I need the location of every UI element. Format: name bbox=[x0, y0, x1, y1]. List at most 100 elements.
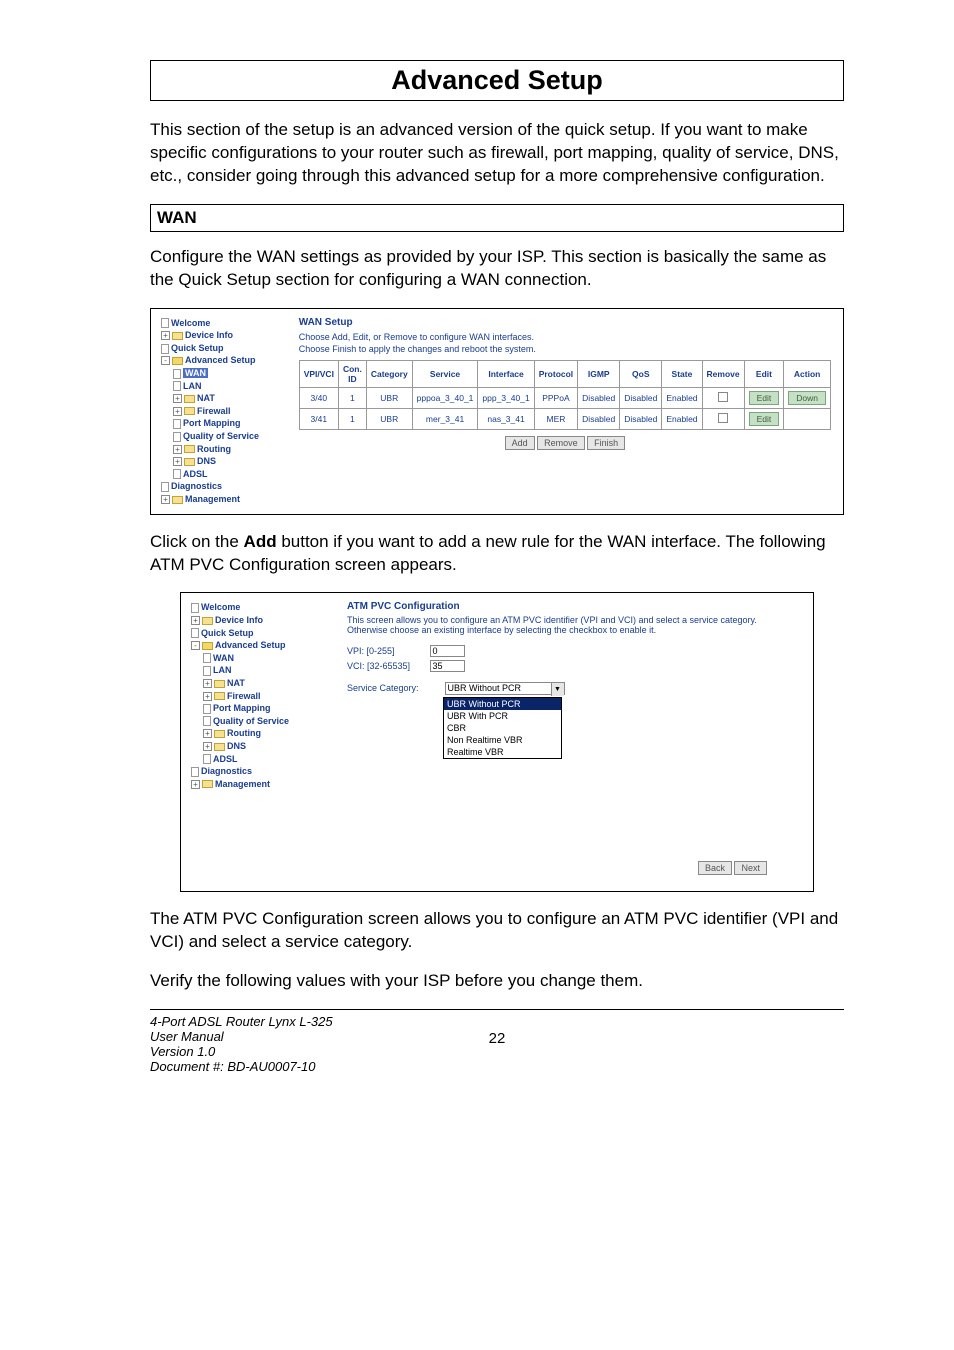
back-button[interactable]: Back bbox=[698, 861, 732, 875]
folder-icon bbox=[184, 445, 195, 453]
cell-svc: mer_3_41 bbox=[412, 408, 478, 429]
edit-button[interactable]: Edit bbox=[749, 391, 780, 405]
cell-qos: Disabled bbox=[620, 387, 662, 408]
tree-welcome[interactable]: Welcome bbox=[201, 602, 240, 612]
tree-advanced-setup[interactable]: Advanced Setup bbox=[215, 640, 286, 650]
tree-adsl[interactable]: ADSL bbox=[213, 754, 238, 764]
tree-dns[interactable]: DNS bbox=[197, 456, 216, 466]
expand-icon[interactable]: + bbox=[203, 742, 212, 751]
tree-firewall[interactable]: Firewall bbox=[197, 406, 231, 416]
page-icon bbox=[161, 482, 169, 492]
collapse-icon[interactable]: - bbox=[191, 641, 200, 650]
cell-igmp: Disabled bbox=[578, 408, 620, 429]
cell-proto: MER bbox=[534, 408, 577, 429]
svc-cat-select[interactable]: UBR Without PCR ▼ bbox=[445, 682, 565, 695]
edit-button[interactable]: Edit bbox=[749, 412, 780, 426]
page-title-box: Advanced Setup bbox=[150, 60, 844, 101]
expand-icon[interactable]: + bbox=[173, 457, 182, 466]
cell-proto: PPPoA bbox=[534, 387, 577, 408]
folder-icon bbox=[214, 743, 225, 751]
expand-icon[interactable]: + bbox=[191, 616, 200, 625]
tree-lan[interactable]: LAN bbox=[183, 381, 202, 391]
page-icon bbox=[203, 716, 211, 726]
tree-device-info[interactable]: Device Info bbox=[215, 615, 263, 625]
svc-cat-dropdown[interactable]: UBR Without PCR UBR With PCR CBR Non Rea… bbox=[443, 697, 562, 759]
cell-state: Enabled bbox=[662, 408, 702, 429]
nav-tree: Welcome + Device Info Quick Setup - Advanc… bbox=[157, 315, 293, 508]
expand-icon[interactable]: + bbox=[203, 692, 212, 701]
wan-setup-panel: WAN Setup Choose Add, Edit, or Remove to… bbox=[293, 315, 837, 508]
mid-para-bold: Add bbox=[244, 532, 277, 551]
tree-qos[interactable]: Quality of Service bbox=[183, 431, 259, 441]
tree-quick-setup[interactable]: Quick Setup bbox=[171, 343, 224, 353]
svc-cat-label: Service Category: bbox=[347, 683, 442, 693]
folder-icon bbox=[214, 680, 225, 688]
tree-wan[interactable]: WAN bbox=[213, 653, 234, 663]
tree-management[interactable]: Management bbox=[215, 779, 270, 789]
chevron-down-icon[interactable]: ▼ bbox=[551, 683, 564, 696]
tree-diagnostics[interactable]: Diagnostics bbox=[201, 766, 252, 776]
expand-icon[interactable]: + bbox=[161, 495, 170, 504]
remove-checkbox[interactable] bbox=[718, 413, 728, 423]
tree-management[interactable]: Management bbox=[185, 494, 240, 504]
tree-nat[interactable]: NAT bbox=[197, 393, 215, 403]
table-row: 3/40 1 UBR pppoa_3_40_1 ppp_3_40_1 PPPoA… bbox=[299, 387, 830, 408]
tree-firewall[interactable]: Firewall bbox=[227, 691, 261, 701]
footer-line4: Document #: BD-AU0007-10 bbox=[150, 1059, 381, 1074]
page-icon bbox=[173, 419, 181, 429]
expand-icon[interactable]: + bbox=[191, 780, 200, 789]
finish-button[interactable]: Finish bbox=[587, 436, 625, 450]
dropdown-option[interactable]: CBR bbox=[444, 722, 561, 734]
th-edit: Edit bbox=[744, 360, 784, 387]
tree-advanced-setup[interactable]: Advanced Setup bbox=[185, 355, 256, 365]
tree-port-mapping[interactable]: Port Mapping bbox=[183, 418, 241, 428]
table-header-row: VPI/VCI Con. ID Category Service Interfa… bbox=[299, 360, 830, 387]
wan-setup-screenshot: Welcome + Device Info Quick Setup - Advanc… bbox=[150, 308, 844, 515]
expand-icon[interactable]: + bbox=[173, 445, 182, 454]
expand-icon[interactable]: + bbox=[173, 394, 182, 403]
tree-routing[interactable]: Routing bbox=[227, 728, 261, 738]
folder-icon bbox=[184, 395, 195, 403]
tree-adsl[interactable]: ADSL bbox=[183, 469, 208, 479]
expand-icon[interactable]: + bbox=[203, 729, 212, 738]
page-icon bbox=[173, 369, 181, 379]
tree-nat[interactable]: NAT bbox=[227, 678, 245, 688]
post-para-2: Verify the following values with your IS… bbox=[150, 970, 844, 993]
dropdown-option[interactable]: UBR Without PCR bbox=[444, 698, 561, 710]
vpi-input[interactable]: 0 bbox=[430, 645, 465, 657]
page-icon bbox=[191, 603, 199, 613]
wan-table: VPI/VCI Con. ID Category Service Interfa… bbox=[299, 360, 831, 430]
remove-button[interactable]: Remove bbox=[537, 436, 585, 450]
tree-port-mapping[interactable]: Port Mapping bbox=[213, 703, 271, 713]
tree-welcome[interactable]: Welcome bbox=[171, 318, 210, 328]
th-svc: Service bbox=[412, 360, 478, 387]
dropdown-option[interactable]: Non Realtime VBR bbox=[444, 734, 561, 746]
down-button[interactable]: Down bbox=[788, 391, 826, 405]
th-qos: QoS bbox=[620, 360, 662, 387]
cell-vpi: 3/40 bbox=[299, 387, 338, 408]
cell-if: nas_3_41 bbox=[478, 408, 534, 429]
page-number: 22 bbox=[381, 1014, 612, 1074]
tree-routing[interactable]: Routing bbox=[197, 444, 231, 454]
th-remove: Remove bbox=[702, 360, 744, 387]
dropdown-option[interactable]: UBR With PCR bbox=[444, 710, 561, 722]
vci-input[interactable]: 35 bbox=[430, 660, 465, 672]
page-title: Advanced Setup bbox=[151, 65, 843, 96]
expand-icon[interactable]: + bbox=[173, 407, 182, 416]
tree-wan[interactable]: WAN bbox=[183, 368, 208, 378]
tree-lan[interactable]: LAN bbox=[213, 665, 232, 675]
expand-icon[interactable]: + bbox=[203, 679, 212, 688]
add-button[interactable]: Add bbox=[505, 436, 535, 450]
th-vpi: VPI/VCI bbox=[299, 360, 338, 387]
next-button[interactable]: Next bbox=[734, 861, 767, 875]
dropdown-option[interactable]: Realtime VBR bbox=[444, 746, 561, 758]
th-if: Interface bbox=[478, 360, 534, 387]
tree-diagnostics[interactable]: Diagnostics bbox=[171, 481, 222, 491]
tree-qos[interactable]: Quality of Service bbox=[213, 716, 289, 726]
tree-dns[interactable]: DNS bbox=[227, 741, 246, 751]
remove-checkbox[interactable] bbox=[718, 392, 728, 402]
expand-icon[interactable]: + bbox=[161, 331, 170, 340]
collapse-icon[interactable]: - bbox=[161, 356, 170, 365]
tree-quick-setup[interactable]: Quick Setup bbox=[201, 628, 254, 638]
tree-device-info[interactable]: Device Info bbox=[185, 330, 233, 340]
